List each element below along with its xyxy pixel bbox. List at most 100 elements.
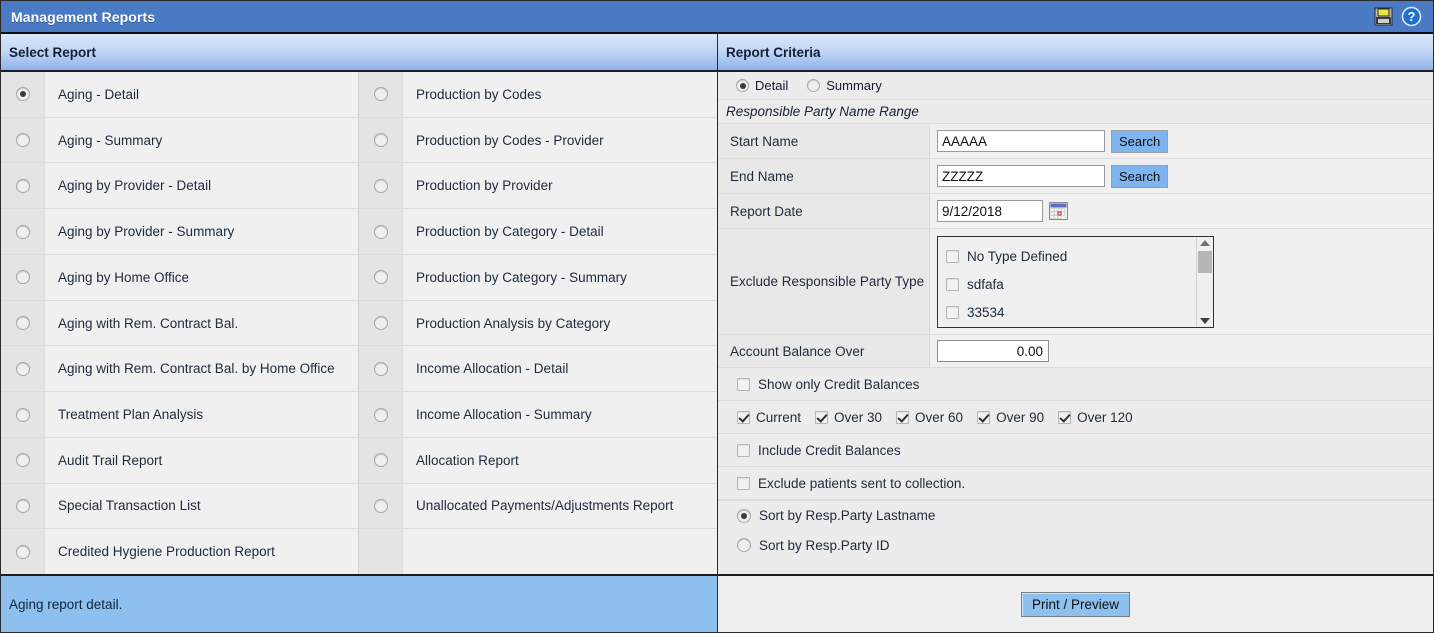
- report-radio-indicator: [373, 316, 388, 331]
- aging-bucket-box: [977, 410, 991, 424]
- report-radio-indicator: [15, 316, 30, 331]
- radio-summary[interactable]: Summary: [807, 78, 882, 93]
- sort-by-id-radio[interactable]: Sort by Resp.Party ID: [718, 530, 1433, 560]
- aging-bucket-checkbox[interactable]: Over 30: [815, 410, 882, 425]
- aging-bucket-checkbox[interactable]: Over 60: [896, 410, 963, 425]
- end-name-input[interactable]: [937, 165, 1105, 187]
- account-balance-input[interactable]: [937, 340, 1049, 362]
- end-name-controls: Search: [930, 159, 1433, 193]
- report-radio-cell[interactable]: [359, 300, 403, 346]
- report-radio-cell[interactable]: [1, 437, 45, 483]
- aging-bucket-checkbox[interactable]: Over 120: [1058, 410, 1133, 425]
- report-radio-cell[interactable]: [359, 346, 403, 392]
- report-radio-cell[interactable]: [1, 72, 45, 117]
- sort-by-id-indicator: [737, 538, 751, 552]
- radio-detail-indicator: [736, 79, 749, 92]
- report-radio-cell[interactable]: [1, 254, 45, 300]
- report-list-item[interactable]: Aging by Provider - Detail: [1, 163, 358, 210]
- report-item-label: Production by Category - Summary: [403, 254, 717, 300]
- aging-bucket-checkbox[interactable]: Current: [737, 410, 801, 425]
- report-date-input[interactable]: [937, 200, 1043, 222]
- exclude-party-type-listbox[interactable]: No Type Defined sdfafa 33534: [937, 235, 1214, 328]
- report-list-item[interactable]: Production by Codes - Provider: [359, 117, 717, 164]
- report-list-item[interactable]: Aging with Rem. Contract Bal.: [1, 300, 358, 347]
- report-item-label: Production by Provider: [403, 163, 717, 209]
- main-split: Select Report Aging - Detail Aging - Summ…: [1, 34, 1433, 632]
- exclude-collection-checkbox[interactable]: Exclude patients sent to collection.: [718, 467, 1433, 500]
- report-list-item: [359, 529, 717, 575]
- scrollbar-thumb[interactable]: [1198, 250, 1212, 273]
- report-radio-cell[interactable]: [1, 209, 45, 254]
- scroll-up-arrow-icon[interactable]: [1200, 239, 1210, 246]
- report-radio-indicator: [373, 133, 388, 148]
- report-list-item[interactable]: Aging by Provider - Summary: [1, 209, 358, 255]
- start-name-input[interactable]: [937, 130, 1105, 152]
- show-only-credit-balances-checkbox[interactable]: Show only Credit Balances: [718, 368, 1433, 401]
- report-radio-cell[interactable]: [1, 529, 45, 575]
- report-list-item[interactable]: Credited Hygiene Production Report: [1, 529, 358, 575]
- calendar-icon[interactable]: [1049, 202, 1068, 220]
- report-list-item[interactable]: Audit Trail Report: [1, 437, 358, 484]
- report-radio-indicator: [373, 453, 388, 468]
- report-item-label: Allocation Report: [403, 437, 717, 483]
- action-bar: Print / Preview: [718, 576, 1433, 632]
- report-list-item[interactable]: Special Transaction List: [1, 483, 358, 530]
- report-radio-cell[interactable]: [359, 437, 403, 483]
- report-list-item[interactable]: Aging by Home Office: [1, 254, 358, 301]
- report-radio-cell[interactable]: [1, 300, 45, 346]
- report-list-item[interactable]: Allocation Report: [359, 437, 717, 484]
- report-radio-cell[interactable]: [1, 163, 45, 209]
- report-radio-indicator: [15, 544, 30, 559]
- report-list-item[interactable]: Aging - Summary: [1, 117, 358, 164]
- report-radio-cell[interactable]: [1, 346, 45, 392]
- listbox-scrollbar[interactable]: [1196, 236, 1213, 327]
- report-list-item[interactable]: Production by Provider: [359, 163, 717, 210]
- report-radio-cell: [359, 529, 403, 575]
- report-list-item[interactable]: Aging - Detail: [1, 72, 358, 118]
- report-radio-indicator: [373, 498, 388, 513]
- report-list-item[interactable]: Income Allocation - Detail: [359, 346, 717, 393]
- include-credit-balances-checkbox[interactable]: Include Credit Balances: [718, 434, 1433, 467]
- print-preview-button[interactable]: Print / Preview: [1020, 591, 1131, 617]
- report-radio-cell[interactable]: [1, 392, 45, 437]
- report-radio-cell[interactable]: [359, 392, 403, 437]
- print-icon[interactable]: [1373, 6, 1394, 27]
- sort-by-lastname-radio[interactable]: Sort by Resp.Party Lastname: [718, 500, 1433, 530]
- aging-bucket-checkbox[interactable]: Over 90: [977, 410, 1044, 425]
- report-radio-cell[interactable]: [359, 72, 403, 117]
- party-type-option[interactable]: sdfafa: [946, 271, 1196, 299]
- report-list-item[interactable]: Production by Category - Summary: [359, 254, 717, 301]
- report-radio-cell[interactable]: [1, 483, 45, 529]
- account-balance-row: Account Balance Over: [718, 335, 1433, 368]
- report-list-item[interactable]: Production Analysis by Category: [359, 300, 717, 347]
- report-radio-cell[interactable]: [359, 163, 403, 209]
- report-radio-cell[interactable]: [1, 117, 45, 163]
- report-date-controls: [930, 194, 1433, 228]
- report-list-item[interactable]: Treatment Plan Analysis: [1, 392, 358, 438]
- report-item-label: Production by Codes - Provider: [403, 117, 717, 163]
- report-list-item[interactable]: Aging with Rem. Contract Bal. by Home Of…: [1, 346, 358, 393]
- help-icon[interactable]: ?: [1401, 6, 1422, 27]
- report-radio-cell[interactable]: [359, 254, 403, 300]
- radio-detail[interactable]: Detail: [736, 78, 788, 93]
- report-radio-indicator: [15, 453, 30, 468]
- party-type-option[interactable]: 33534: [946, 299, 1196, 327]
- end-name-label: End Name: [718, 159, 930, 193]
- window-titlebar: Management Reports ?: [1, 1, 1433, 34]
- party-type-label: 33534: [967, 305, 1005, 320]
- end-name-search-button[interactable]: Search: [1111, 164, 1169, 188]
- report-radio-indicator: [373, 178, 388, 193]
- report-list-item[interactable]: Production by Codes: [359, 72, 717, 118]
- report-radio-cell[interactable]: [359, 483, 403, 529]
- report-item-label: Production by Codes: [403, 72, 717, 117]
- party-type-option[interactable]: No Type Defined: [946, 243, 1196, 271]
- report-date-label: Report Date: [718, 194, 930, 228]
- report-radio-cell[interactable]: [359, 209, 403, 254]
- report-list-item[interactable]: Production by Category - Detail: [359, 209, 717, 255]
- report-list-item[interactable]: Income Allocation - Summary: [359, 392, 717, 438]
- start-name-search-button[interactable]: Search: [1111, 129, 1169, 153]
- report-criteria-header: Report Criteria: [718, 34, 1433, 72]
- report-list-item[interactable]: Unallocated Payments/Adjustments Report: [359, 483, 717, 530]
- scroll-down-arrow-icon[interactable]: [1200, 317, 1210, 324]
- report-radio-cell[interactable]: [359, 117, 403, 163]
